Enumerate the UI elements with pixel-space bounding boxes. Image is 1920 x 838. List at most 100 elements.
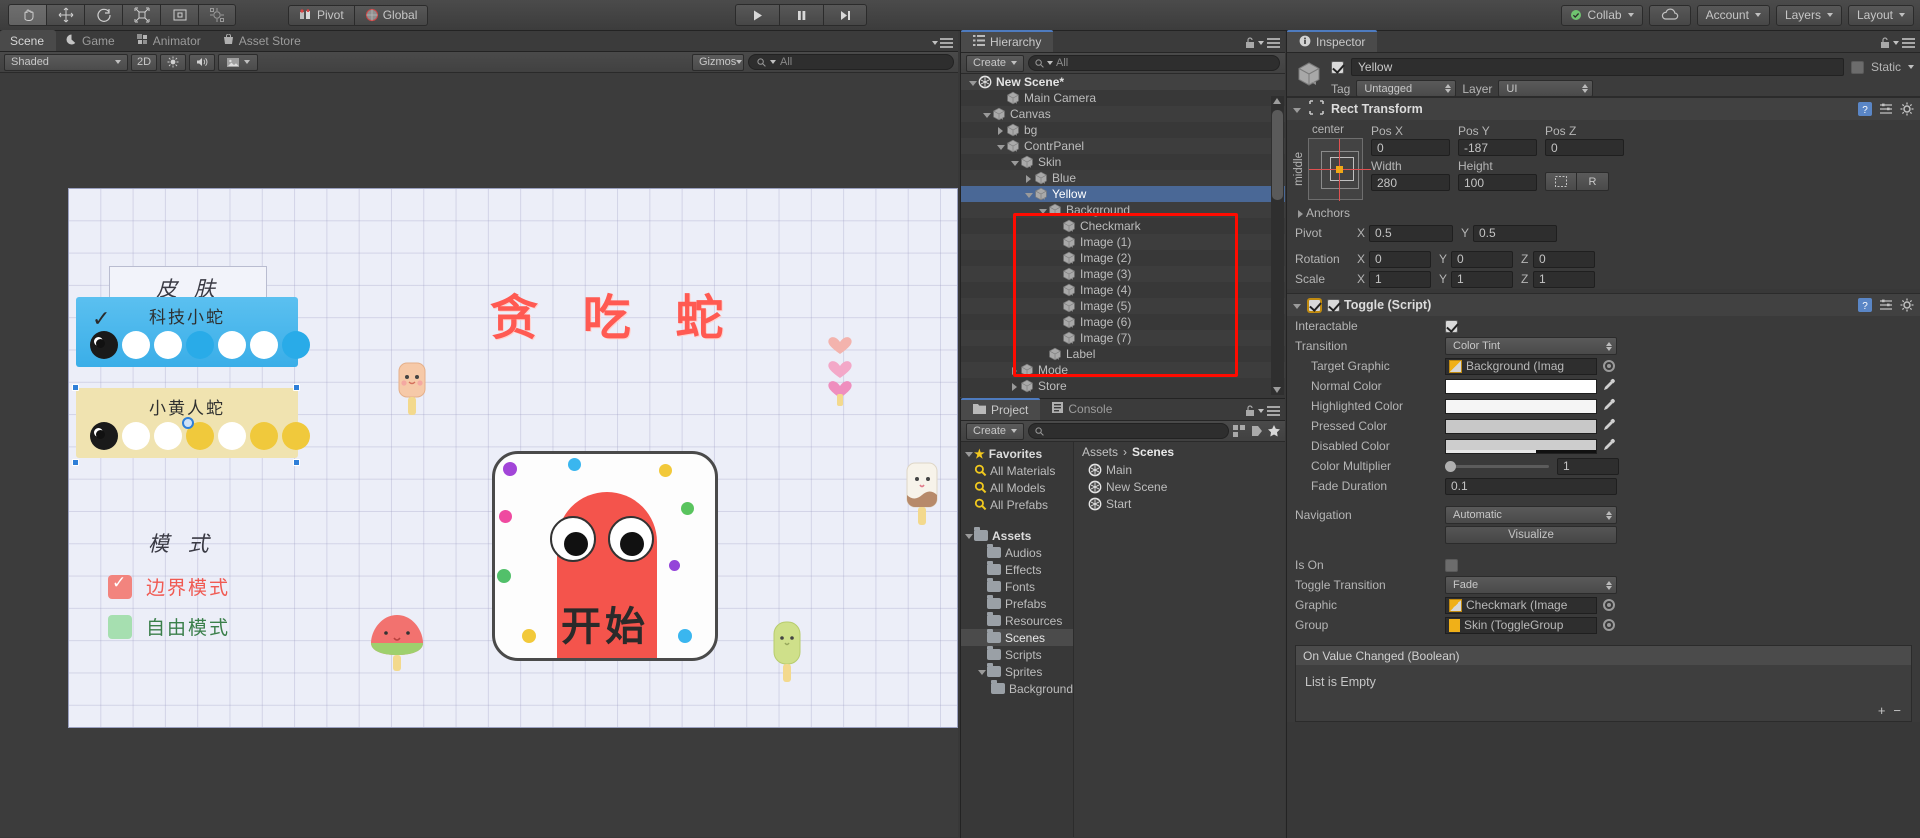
- pivot-handle[interactable]: [182, 417, 194, 429]
- chevron-right-icon[interactable]: [1023, 173, 1034, 184]
- chevron-right-icon[interactable]: [995, 125, 1006, 136]
- tab-inspector[interactable]: Inspector: [1287, 30, 1378, 52]
- chevron-down-icon[interactable]: [1908, 65, 1914, 69]
- chevron-down-icon[interactable]: [963, 448, 974, 459]
- hierarchy-item-yellow[interactable]: Yellow: [961, 186, 1285, 202]
- group-field[interactable]: Skin (ToggleGroup: [1445, 616, 1597, 634]
- mode-option-border[interactable]: ✓ 边界模式: [108, 573, 230, 600]
- transition-dropdown[interactable]: Color Tint: [1445, 337, 1617, 355]
- eyedropper-icon[interactable]: [1603, 378, 1616, 394]
- hierarchy-item-image-5[interactable]: Image (5): [961, 298, 1285, 314]
- hierarchy-item-canvas[interactable]: Canvas: [961, 106, 1285, 122]
- tab-hierarchy[interactable]: Hierarchy: [961, 30, 1054, 52]
- cloud-button[interactable]: [1648, 4, 1691, 26]
- graphic-picker[interactable]: [1603, 599, 1615, 611]
- graphic-field[interactable]: Checkmark (Image: [1445, 596, 1597, 614]
- project-folder-fonts[interactable]: Fonts: [961, 578, 1073, 595]
- rotation-x-field[interactable]: 0: [1369, 250, 1431, 268]
- favorite-all-prefabs[interactable]: All Prefabs: [961, 496, 1073, 513]
- mode-option-free[interactable]: 自由模式: [108, 613, 230, 640]
- hierarchy-item-label[interactable]: Label: [961, 346, 1285, 362]
- layer-dropdown[interactable]: UI: [1498, 80, 1594, 97]
- rect-handle-br[interactable]: [293, 459, 300, 466]
- project-toolbar-icons[interactable]: [1233, 425, 1280, 437]
- project-contents[interactable]: Assets › Scenes Main New Scene Start: [1074, 442, 1285, 837]
- project-panel-menu[interactable]: [1245, 405, 1280, 416]
- color-multiplier-slider[interactable]: [1445, 460, 1549, 472]
- tab-animator[interactable]: Animator: [127, 30, 213, 51]
- target-graphic-field[interactable]: Background (Imag: [1445, 357, 1597, 375]
- hierarchy-item-image-6[interactable]: Image (6): [961, 314, 1285, 330]
- play-button[interactable]: [735, 4, 779, 26]
- project-folder-effects[interactable]: Effects: [961, 561, 1073, 578]
- is-on-checkbox[interactable]: [1445, 558, 1458, 572]
- tab-scene[interactable]: Scene: [0, 30, 57, 51]
- pos-x-field[interactable]: 0: [1371, 139, 1450, 156]
- width-field[interactable]: 280: [1371, 174, 1450, 191]
- hierarchy-item-skin[interactable]: Skin: [961, 154, 1285, 170]
- scale-tool-button[interactable]: [122, 4, 160, 26]
- normal-color-swatch[interactable]: [1445, 378, 1597, 394]
- lighting-toggle-button[interactable]: [160, 53, 187, 71]
- hierarchy-item-background[interactable]: Background: [961, 202, 1285, 218]
- global-toggle-button[interactable]: Global: [354, 4, 429, 26]
- highlighted-color-swatch[interactable]: [1445, 398, 1597, 414]
- hierarchy-item-main-camera[interactable]: Main Camera: [961, 90, 1285, 106]
- navigation-dropdown[interactable]: Automatic: [1445, 506, 1617, 524]
- project-folder-resources[interactable]: Resources: [961, 612, 1073, 629]
- chevron-down-icon[interactable]: [976, 666, 987, 677]
- transform-tool-button[interactable]: [198, 4, 236, 26]
- audio-toggle-button[interactable]: [189, 53, 216, 71]
- breadcrumb[interactable]: Assets › Scenes: [1074, 442, 1285, 461]
- rotate-tool-button[interactable]: [84, 4, 122, 26]
- toggle-script-enabled-checkbox[interactable]: [1308, 298, 1321, 312]
- effects-toggle-button[interactable]: [218, 53, 259, 71]
- move-tool-button[interactable]: [46, 4, 84, 26]
- gameobject-enabled-checkbox[interactable]: [1331, 60, 1344, 74]
- eyedropper-icon[interactable]: [1603, 418, 1616, 434]
- favorites-header[interactable]: ★ Favorites: [961, 445, 1073, 462]
- chevron-down-icon[interactable]: [1291, 300, 1302, 311]
- shading-mode-dropdown[interactable]: Shaded: [4, 53, 128, 71]
- scene-view[interactable]: 皮 肤 科技小蛇 ✓ 小黄人蛇 模 式 ✓ 边界模式 自由模式 贪 吃 蛇 开始: [0, 73, 958, 837]
- layout-dropdown[interactable]: Layout: [1847, 4, 1914, 26]
- chevron-right-icon[interactable]: [1295, 208, 1306, 219]
- toggle-2d-button[interactable]: 2D: [131, 53, 158, 71]
- rotation-z-field[interactable]: 0: [1533, 250, 1595, 268]
- project-folder-prefabs[interactable]: Prefabs: [961, 595, 1073, 612]
- rect-handle-tr[interactable]: [293, 384, 300, 391]
- hierarchy-item-contrpanel[interactable]: ContrPanel: [961, 138, 1285, 154]
- hierarchy-panel-menu[interactable]: [1245, 37, 1280, 48]
- chevron-down-icon[interactable]: [1291, 104, 1302, 115]
- pressed-color-swatch[interactable]: [1445, 418, 1597, 434]
- chevron-right-icon[interactable]: [1009, 365, 1020, 376]
- step-button[interactable]: [823, 4, 867, 26]
- asset-item-start[interactable]: Start: [1074, 495, 1285, 512]
- tab-console[interactable]: Console: [1040, 398, 1124, 420]
- start-button-card[interactable]: 开始: [492, 451, 718, 661]
- pos-z-field[interactable]: 0: [1545, 139, 1624, 156]
- hierarchy-item-image-2[interactable]: Image (2): [961, 250, 1285, 266]
- account-dropdown[interactable]: Account: [1696, 4, 1770, 26]
- rotation-y-field[interactable]: 0: [1451, 250, 1513, 268]
- project-folder-audios[interactable]: Audios: [961, 544, 1073, 561]
- rect-transform-header[interactable]: Rect Transform ?: [1287, 98, 1920, 120]
- chevron-down-icon[interactable]: [963, 530, 974, 541]
- group-picker[interactable]: [1603, 619, 1615, 631]
- chevron-down-icon[interactable]: [1009, 157, 1020, 168]
- visualize-button[interactable]: Visualize: [1445, 526, 1617, 544]
- toggle-component-checkbox[interactable]: [1327, 298, 1340, 312]
- tab-project[interactable]: Project: [961, 398, 1041, 420]
- eyedropper-icon[interactable]: [1603, 438, 1616, 454]
- inspector-panel-menu[interactable]: [1880, 37, 1915, 48]
- event-add-button[interactable]: +: [1878, 703, 1886, 718]
- layers-dropdown[interactable]: Layers: [1775, 4, 1842, 26]
- anchor-preset-button[interactable]: [1308, 138, 1371, 201]
- hierarchy-search-input[interactable]: All: [1028, 55, 1280, 71]
- tab-game[interactable]: Game: [56, 30, 127, 51]
- fade-duration-field[interactable]: 0.1: [1445, 477, 1617, 495]
- hierarchy-item-checkmark[interactable]: Checkmark: [961, 218, 1285, 234]
- scale-x-field[interactable]: 1: [1369, 270, 1431, 288]
- asset-item-new-scene[interactable]: New Scene: [1074, 478, 1285, 495]
- pivot-x-field[interactable]: 0.5: [1369, 224, 1453, 242]
